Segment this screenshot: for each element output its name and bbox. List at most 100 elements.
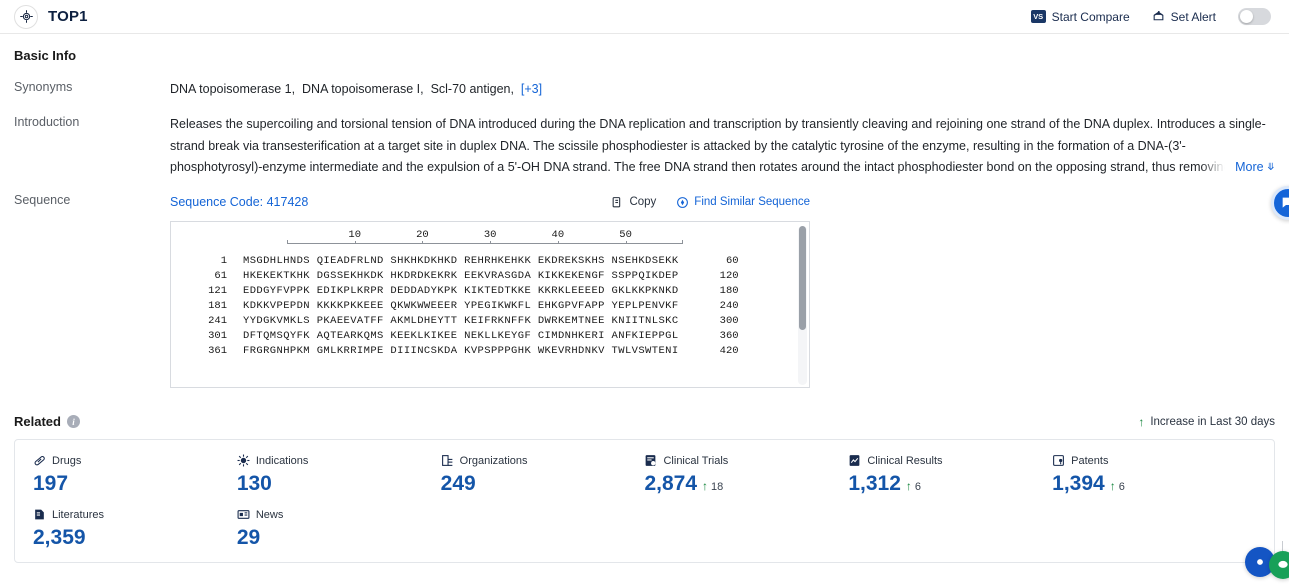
page-title: TOP1: [48, 8, 88, 25]
stat-delta-value: 6: [1118, 481, 1125, 493]
stat-value-group[interactable]: 130: [237, 472, 441, 496]
stat-delta: ↑ 6: [1110, 480, 1125, 493]
introduction-row: Introduction Releases the supercoiling a…: [14, 114, 1275, 178]
sequence-ruler-numbers: 10 20 30 40 50: [287, 228, 683, 241]
stat-value-group[interactable]: 2,874 ↑ 18: [644, 472, 848, 496]
stat-value: 2,874: [644, 472, 698, 495]
set-alert-toggle[interactable]: [1238, 8, 1271, 25]
news-icon: [237, 508, 250, 521]
related-heading: Related i: [14, 414, 80, 429]
stat-label-group: Clinical Results: [848, 454, 1052, 467]
related-heading-label: Related: [14, 414, 61, 429]
sequence-line: 61 HKEKEKTKHK DGSSEKHKDK HKDRDKEKRK EEKV…: [171, 269, 809, 284]
stat-organizations[interactable]: Organizations 249: [441, 454, 645, 496]
synonym-item: DNA topoisomerase 1,: [170, 82, 296, 96]
sequence-end-index: 360: [719, 330, 739, 342]
stat-patents[interactable]: Patents 1,394 ↑ 6: [1052, 454, 1256, 496]
stat-indications[interactable]: Indications 130: [237, 454, 441, 496]
sequence-start-index: 1: [220, 255, 227, 267]
sequence-end-index: 300: [719, 315, 739, 327]
building-icon: [441, 454, 454, 467]
stat-label-group: Organizations: [441, 454, 645, 467]
arrow-up-icon: ↑: [702, 479, 709, 493]
stat-delta-value: 6: [914, 481, 922, 493]
sequence-start-index: 181: [208, 300, 227, 312]
sequence-residues: EDDGYFVPPK EDIKPLKRPR DEDDADYKPK KIKTEDT…: [243, 285, 679, 297]
target-icon: [14, 4, 38, 29]
stat-value-group[interactable]: 197: [33, 472, 237, 496]
sequence-code-link[interactable]: Sequence Code: 417428: [170, 192, 308, 213]
stat-delta: ↑ 18: [702, 480, 723, 493]
info-icon[interactable]: i: [66, 415, 80, 428]
introduction-more-button[interactable]: More ⤋: [1201, 157, 1275, 178]
sequence-residues: DFTQMSQYFK AQTEARKQMS KEEKLKIKEE NEKLLKE…: [243, 330, 679, 342]
synonym-item: DNA topoisomerase I,: [302, 82, 424, 96]
sequence-label: Sequence: [14, 193, 71, 207]
stat-delta: ↑ 6: [906, 480, 921, 493]
sequence-scrollbar[interactable]: [798, 226, 807, 385]
synonyms-row: Synonyms DNA topoisomerase 1, DNA topois…: [14, 79, 1275, 100]
stat-value-group[interactable]: 29: [237, 526, 441, 550]
capsule-icon: [33, 454, 46, 467]
sequence-start-index: 361: [208, 345, 227, 357]
clipboard-trial-icon: [644, 454, 657, 467]
stat-label: News: [255, 508, 284, 521]
sequence-residues: FRGRGNHPKM GMLKRRIMPE DIIINCSKDA KVPSPPP…: [243, 345, 679, 357]
introduction-text: Releases the supercoiling and torsional …: [170, 117, 1266, 174]
sequence-viewer[interactable]: 10 20 30 40 50 1 MSGDHLHNDS QIEADFRLND S…: [170, 221, 810, 388]
sequence-line: 121 EDDGYFVPPK EDIKPLKRPR DEDDADYKPK KIK…: [171, 284, 809, 299]
top-bar-actions: VS Start Compare Set Alert: [1030, 8, 1275, 25]
arrow-up-icon: ↑: [1138, 414, 1145, 429]
sequence-end-index: 240: [719, 300, 739, 312]
related-stats-card: Drugs 197 Indications 130 Organizations …: [14, 439, 1275, 563]
patent-icon: [1052, 454, 1065, 467]
results-chart-icon: [848, 454, 861, 467]
find-similar-label: Find Similar Sequence: [694, 196, 810, 208]
stat-label-group: Literatures: [33, 508, 237, 521]
synonyms-label: Synonyms: [14, 80, 73, 94]
stat-value-group[interactable]: 2,359: [33, 526, 237, 550]
wechat-icon[interactable]: [1269, 551, 1289, 579]
stat-news[interactable]: News 29: [237, 508, 441, 550]
stat-literatures[interactable]: Literatures 2,359: [33, 508, 237, 550]
sequence-residues: KDKKVPEPDN KKKKPKKEEE QKWKWWEEER YPEGIKW…: [243, 300, 679, 312]
copy-icon: [611, 196, 624, 209]
copy-label: Copy: [629, 196, 657, 208]
synonyms-more-badge[interactable]: [+3]: [521, 82, 542, 96]
sequence-start-index: 61: [214, 270, 227, 282]
sequence-residues: YYDGKVMKLS PKAEEVATFF AKMLDHEYTT KEIFRKN…: [243, 315, 679, 327]
stat-label-group: Clinical Trials: [644, 454, 848, 467]
sequence-end-index: 60: [725, 255, 739, 267]
start-compare-button[interactable]: VS Start Compare: [1030, 9, 1130, 24]
set-alert-button[interactable]: Set Alert: [1152, 10, 1216, 24]
sequence-start-index: 121: [208, 285, 227, 297]
stat-clinical-results[interactable]: Clinical Results 1,312 ↑ 6: [848, 454, 1052, 496]
page-content: Basic Info Synonyms DNA topoisomerase 1,…: [0, 34, 1289, 579]
stat-value: 2,359: [33, 526, 86, 549]
sequence-line: 301 DFTQMSQYFK AQTEARKQMS KEEKLKIKEE NEK…: [171, 329, 809, 344]
sequence-end-index: 120: [719, 270, 739, 282]
stat-label-group: Drugs: [33, 454, 237, 467]
stat-value-group[interactable]: 1,312 ↑ 6: [848, 472, 1052, 496]
sequence-tools: Copy Find Similar Sequence: [611, 192, 810, 213]
stat-drugs[interactable]: Drugs 197: [33, 454, 237, 496]
introduction-clamp: Releases the supercoiling and torsional …: [170, 114, 1275, 178]
stat-value-group[interactable]: 1,394 ↑ 6: [1052, 472, 1256, 496]
stat-label-group: News: [237, 508, 441, 521]
copy-sequence-button[interactable]: Copy: [611, 192, 656, 213]
book-icon: [33, 508, 46, 521]
stat-clinical-trials[interactable]: Clinical Trials 2,874 ↑ 18: [644, 454, 848, 496]
increase-legend-label: Increase in Last 30 days: [1150, 415, 1275, 428]
stat-value-group[interactable]: 249: [441, 472, 645, 496]
find-similar-sequence-button[interactable]: Find Similar Sequence: [676, 192, 810, 213]
sequence-ruler: 10 20 30 40 50: [287, 228, 683, 254]
increase-legend: ↑ Increase in Last 30 days: [1138, 416, 1275, 428]
synonyms-value: DNA topoisomerase 1, DNA topoisomerase I…: [170, 79, 1275, 100]
sequence-line: 241 YYDGKVMKLS PKAEEVATFF AKMLDHEYTT KEI…: [171, 314, 809, 329]
start-compare-label: Start Compare: [1051, 9, 1130, 24]
synonym-item: Scl-70 antigen,: [430, 82, 514, 96]
set-alert-label: Set Alert: [1170, 9, 1216, 24]
sequence-scrollbar-thumb[interactable]: [799, 226, 806, 330]
sequence-line: 361 FRGRGNHPKM GMLKRRIMPE DIIINCSKDA KVP…: [171, 344, 809, 359]
sequence-row: Sequence Sequence Code: 417428 Copy Find…: [14, 192, 1275, 388]
